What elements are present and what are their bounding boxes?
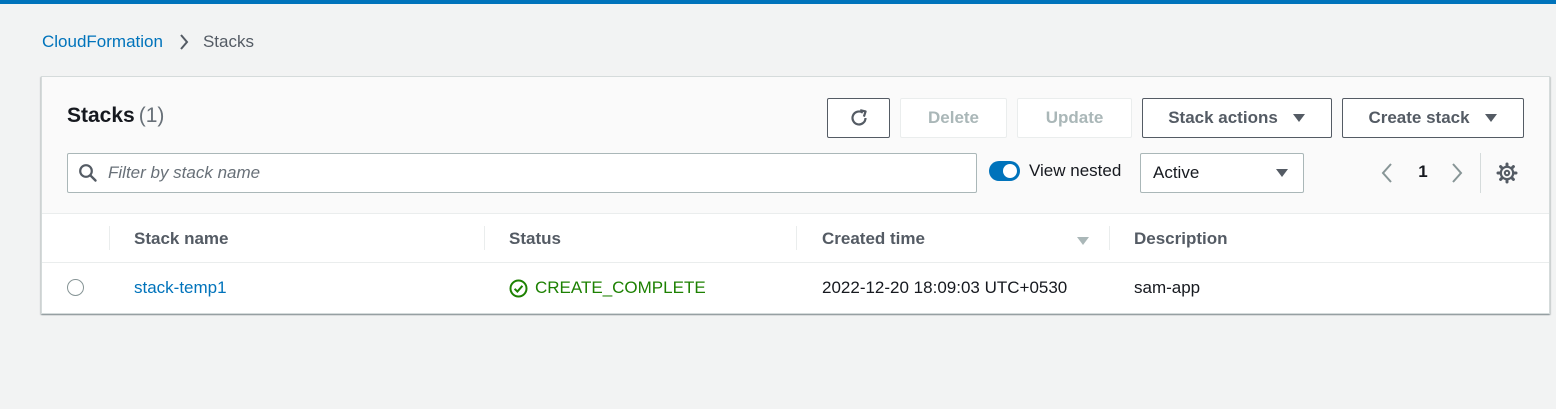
refresh-button[interactable] [827,98,890,138]
status-filter-select[interactable]: Active [1140,153,1304,193]
column-divider [109,226,110,250]
column-divider [484,226,485,250]
status-filter-value: Active [1153,163,1200,182]
table-row: stack-temp1 CREATE_COMPLETE 2022-12-20 1… [42,263,1549,313]
breadcrumb: CloudFormation Stacks [42,31,254,53]
caret-down-icon [1484,113,1498,123]
stack-actions-button[interactable]: Stack actions [1142,98,1332,138]
column-header-created-time[interactable]: Created time [822,214,925,263]
search-field [67,153,977,193]
column-header-description[interactable]: Description [1134,214,1228,263]
panel-header: Stacks (1) Delete Update Stack actions Cr… [42,77,1549,214]
column-divider [1109,226,1110,250]
breadcrumb-cloudformation-link[interactable]: CloudFormation [42,32,163,52]
status-cell: CREATE_COMPLETE [509,263,706,313]
row-select-radio[interactable] [67,279,84,296]
stack-name-link[interactable]: stack-temp1 [134,263,227,313]
view-nested-toggle[interactable] [989,161,1020,181]
gear-icon[interactable] [1496,162,1518,189]
pager-divider [1480,153,1481,193]
status-text: CREATE_COMPLETE [535,278,706,297]
current-page-number[interactable]: 1 [1417,162,1429,182]
update-button[interactable]: Update [1017,98,1132,138]
refresh-icon [848,107,870,129]
caret-down-icon [1292,113,1306,123]
delete-button[interactable]: Delete [900,98,1007,138]
stack-actions-label: Stack actions [1168,108,1278,127]
toggle-knob [1003,164,1017,178]
search-icon [68,163,108,183]
view-nested-label: View nested [1029,161,1122,180]
stack-count: (1) [138,104,165,127]
table-header: Stack name Status Created time Descripti… [42,214,1549,263]
chevron-right-icon [179,33,189,51]
column-header-stack-name[interactable]: Stack name [134,214,229,263]
search-input[interactable] [108,155,976,191]
chevron-right-icon[interactable] [1450,161,1464,190]
panel-title: Stacks (1) [67,104,164,128]
create-stack-label: Create stack [1368,108,1470,127]
create-stack-button[interactable]: Create stack [1342,98,1524,138]
created-time-cell: 2022-12-20 18:09:03 UTC+0530 [822,278,1068,297]
check-circle-icon [509,279,528,298]
description-cell: sam-app [1134,278,1201,297]
panel-title-text: Stacks [67,104,135,127]
top-accent-bar [0,0,1556,4]
column-header-status[interactable]: Status [509,214,561,263]
caret-down-icon [1275,168,1289,178]
stacks-panel: Stacks (1) Delete Update Stack actions Cr… [41,76,1550,314]
breadcrumb-current: Stacks [202,32,254,51]
sort-down-icon[interactable] [1076,233,1090,251]
chevron-left-icon[interactable] [1380,161,1394,190]
column-divider [796,226,797,250]
